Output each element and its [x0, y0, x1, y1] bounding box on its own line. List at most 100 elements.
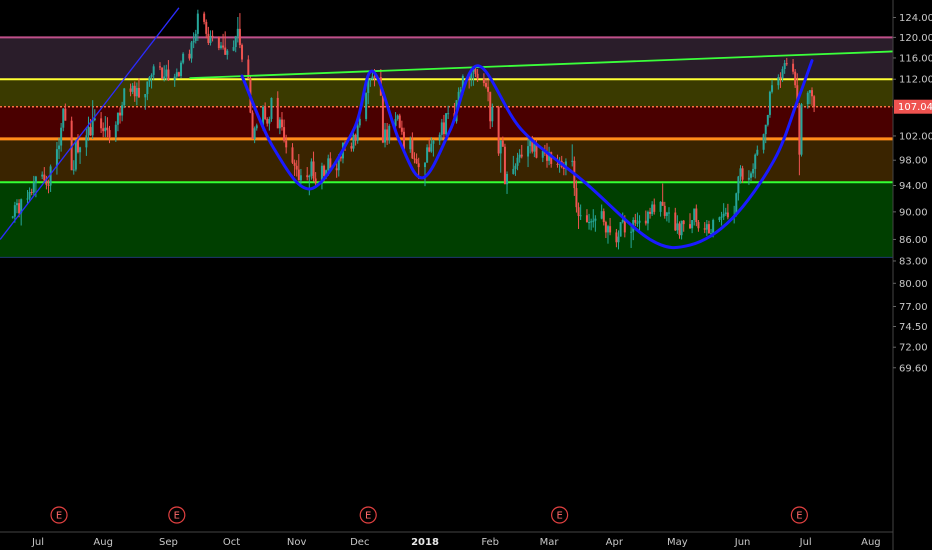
- candle-body: [783, 63, 786, 70]
- earnings-marker[interactable]: E: [790, 506, 808, 524]
- earnings-marker[interactable]: E: [551, 506, 569, 524]
- candle-body: [268, 118, 271, 124]
- candle-body: [299, 175, 302, 181]
- earnings-marker[interactable]: E: [50, 506, 68, 524]
- candle-body: [308, 175, 311, 178]
- candle-body: [718, 217, 721, 221]
- candle-body: [529, 140, 532, 147]
- x-tick-label: Jun: [734, 537, 751, 548]
- candle-body: [76, 140, 79, 153]
- candle-body: [800, 104, 803, 155]
- candle-body: [306, 175, 309, 178]
- candle-body: [356, 125, 359, 141]
- y-tick-label: 112.00: [899, 75, 932, 86]
- candle-body: [58, 145, 61, 150]
- candle-body: [813, 96, 816, 107]
- candle-body: [137, 87, 140, 98]
- candle-body: [438, 134, 441, 141]
- candle-body: [358, 118, 361, 126]
- candle-body: [619, 222, 622, 237]
- candle-body: [129, 88, 132, 92]
- candle-body: [768, 91, 771, 115]
- chart-root: E E E E E Jul Aug Sep Oct Nov Dec 2018 Feb Mar Apr May…: [0, 0, 932, 550]
- candle-body: [369, 79, 372, 81]
- candle-body: [756, 149, 759, 155]
- candle-body: [676, 223, 679, 231]
- candle-body: [741, 168, 744, 180]
- candle-body: [808, 90, 811, 93]
- candle-body: [428, 147, 431, 152]
- candle: [365, 92, 368, 122]
- x-tick-label: Jul: [31, 537, 44, 548]
- candle-body: [720, 216, 723, 218]
- candle-body: [232, 47, 235, 51]
- candle-body: [588, 222, 591, 224]
- price-zone-3: [0, 138, 893, 183]
- candle-body: [175, 72, 178, 77]
- y-tick-label: 74.50: [899, 322, 928, 333]
- candle: [123, 87, 126, 109]
- candle-body: [163, 76, 166, 79]
- candle: [503, 143, 506, 185]
- candle-body: [621, 220, 624, 223]
- candle-body: [64, 108, 67, 121]
- candle-body: [310, 161, 313, 176]
- candle: [619, 222, 622, 237]
- candle-body: [278, 119, 281, 129]
- candle-body: [590, 221, 593, 223]
- candle-body: [196, 13, 199, 34]
- candle-body: [102, 128, 105, 132]
- candle-body: [100, 118, 103, 129]
- candle-body: [617, 236, 620, 243]
- candle-body: [432, 140, 435, 144]
- candle-body: [211, 35, 214, 37]
- candle-body: [703, 228, 706, 230]
- candle-body: [276, 97, 279, 129]
- candle-body: [79, 147, 82, 153]
- candle-body: [177, 72, 180, 76]
- candle-body: [371, 76, 374, 80]
- candle-body: [430, 143, 433, 152]
- candle-body: [28, 191, 31, 199]
- x-tick-label: 2018: [411, 537, 439, 548]
- candle-body: [516, 157, 519, 166]
- candle-body: [238, 28, 241, 46]
- candle-body: [224, 47, 227, 55]
- candle-body: [323, 165, 326, 176]
- candle-body: [594, 218, 597, 221]
- candle-body: [606, 226, 609, 233]
- candle-body: [327, 158, 330, 171]
- candle-body: [705, 224, 708, 230]
- candle-body: [794, 71, 797, 86]
- candle-body: [585, 215, 588, 223]
- candle-body: [752, 168, 755, 174]
- candle-body: [678, 223, 681, 236]
- candle-body: [667, 212, 670, 214]
- candle-body: [72, 169, 75, 171]
- candle-body: [283, 127, 286, 141]
- candle-body: [644, 220, 647, 224]
- candle-body: [556, 163, 559, 165]
- earnings-marker[interactable]: E: [168, 506, 186, 524]
- earnings-marker-label: E: [56, 511, 62, 522]
- price-zone-0: [0, 37, 893, 80]
- candle-body: [777, 77, 780, 86]
- candle-body: [424, 162, 426, 168]
- earnings-marker-label: E: [365, 511, 371, 522]
- candle-body: [693, 208, 696, 221]
- x-tick-label: Oct: [223, 537, 240, 548]
- candle-body: [754, 154, 757, 169]
- candle-body: [13, 205, 16, 217]
- candlestick-chart[interactable]: E E E E E Jul Aug Sep Oct Nov Dec 2018 Feb Mar Apr May…: [0, 0, 932, 550]
- candle-body: [750, 173, 753, 178]
- candle-body: [785, 63, 788, 65]
- candle-body: [649, 211, 652, 214]
- candle-body: [527, 146, 530, 157]
- candle-body: [604, 222, 607, 233]
- candle-body: [295, 165, 298, 170]
- candle-body: [123, 88, 126, 106]
- candle-body: [354, 134, 357, 141]
- y-tick-label: 116.00: [899, 53, 932, 64]
- candle-body: [579, 215, 582, 217]
- earnings-marker[interactable]: E: [359, 506, 377, 524]
